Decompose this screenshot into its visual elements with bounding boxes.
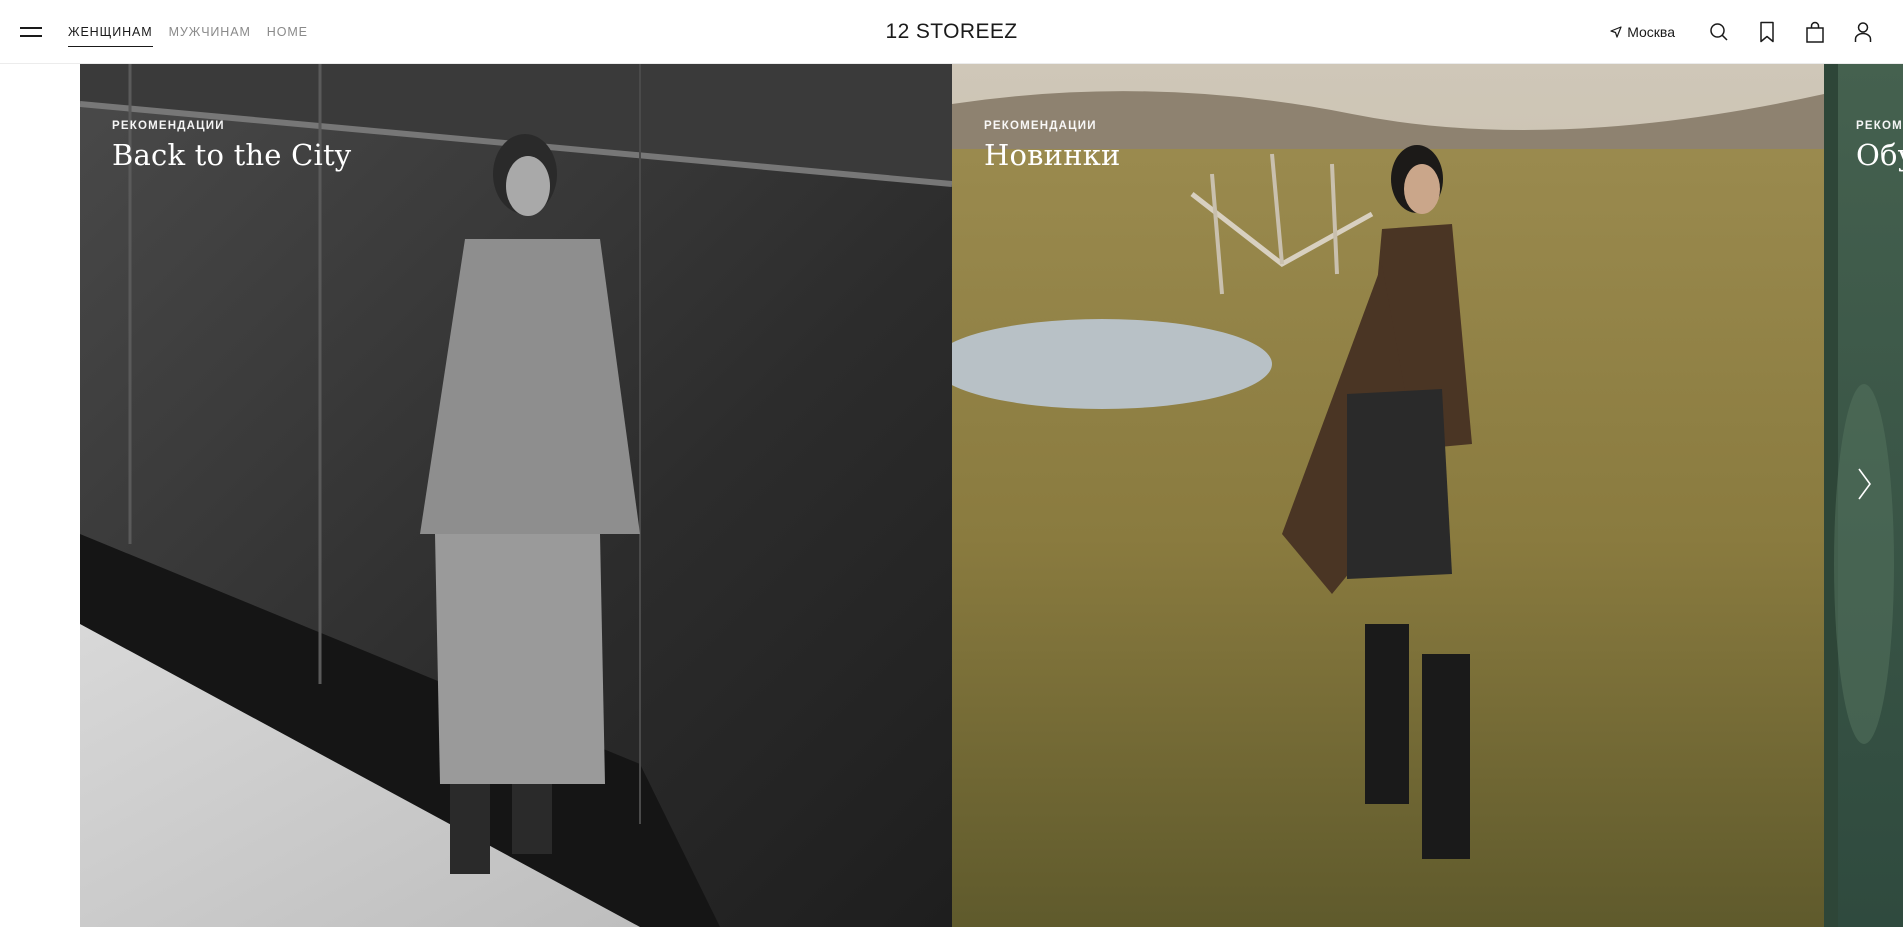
slide-caption: РЕКОМЕНДАЦИИ Обувь: [1856, 120, 1903, 172]
nav-women[interactable]: ЖЕНЩИНАМ: [68, 19, 153, 47]
nav-home[interactable]: HOME: [267, 19, 308, 45]
bookmark-icon: [1760, 21, 1774, 43]
slide-title: Новинки: [984, 138, 1121, 172]
site-logo[interactable]: 12 STOREEZ: [886, 20, 1018, 44]
cart-button[interactable]: [1791, 0, 1839, 64]
bag-icon: [1806, 21, 1824, 43]
slide-title: Обувь: [1856, 138, 1903, 172]
slide-kicker: РЕКОМЕНДАЦИИ: [1856, 120, 1903, 132]
slide-kicker: РЕКОМЕНДАЦИИ: [112, 120, 225, 132]
slide-caption: РЕКОМЕНДАЦИИ Новинки: [984, 120, 1121, 172]
city-selector[interactable]: Москва: [1610, 24, 1675, 40]
site-header: ЖЕНЩИНАМ МУЖЧИНАМ HOME 12 STOREEZ Москва: [0, 0, 1903, 64]
slide-kicker: РЕКОМЕНДАЦИИ: [984, 120, 1097, 132]
account-button[interactable]: [1839, 0, 1887, 64]
city-name: Москва: [1627, 24, 1675, 40]
promo-carousel: РЕКОМЕНДАЦИИ Back to the City РЕКОМЕНДАЦ…: [0, 64, 1903, 927]
chevron-right-icon[interactable]: [1852, 464, 1876, 504]
location-arrow-icon: [1610, 26, 1622, 38]
slide-caption: РЕКОМЕНДАЦИИ Back to the City: [112, 120, 351, 172]
promo-slide-new-arrivals[interactable]: РЕКОМЕНДАЦИИ Новинки: [952, 64, 1824, 927]
favorites-button[interactable]: [1743, 0, 1791, 64]
promo-slide-back-to-city[interactable]: РЕКОМЕНДАЦИИ Back to the City: [80, 64, 952, 927]
slide-title: Back to the City: [112, 138, 352, 172]
nav-men[interactable]: МУЖЧИНАМ: [169, 19, 251, 45]
search-icon: [1710, 23, 1728, 41]
header-tools: Москва: [1610, 0, 1887, 64]
search-button[interactable]: [1695, 0, 1743, 64]
main-nav: ЖЕНЩИНАМ МУЖЧИНАМ HOME: [68, 0, 308, 64]
user-icon: [1854, 22, 1872, 42]
slide-photo-field: [952, 64, 1824, 927]
burger-menu-icon[interactable]: [20, 22, 44, 42]
slide-photo-city: [80, 64, 952, 927]
